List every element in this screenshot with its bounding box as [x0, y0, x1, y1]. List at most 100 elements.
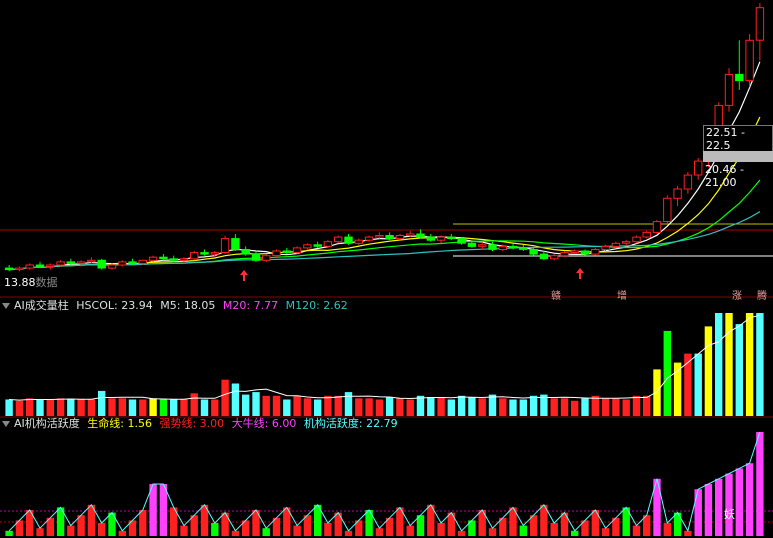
volume-title: AI成交量柱 [14, 299, 69, 312]
candle-down [251, 253, 261, 261]
activity-bar [673, 512, 682, 536]
activity-bar [488, 528, 497, 536]
candle-up [364, 236, 374, 241]
candle-down [313, 244, 322, 247]
activity-bar [745, 463, 754, 536]
activity-bar [457, 530, 466, 536]
candle-up [107, 264, 117, 269]
volume-bar [478, 398, 486, 416]
volume-bar [694, 353, 702, 416]
candle-up [272, 250, 281, 257]
candle-up [683, 174, 693, 190]
volume-bar [159, 399, 168, 416]
volume-bar [519, 399, 527, 416]
volume-bar [180, 399, 188, 416]
candle-down [416, 233, 425, 238]
candle-up [642, 231, 651, 238]
candle-up [622, 241, 631, 244]
volume-bar [406, 399, 414, 416]
volume-bar [334, 395, 342, 416]
candle-down [519, 247, 528, 250]
ma5-line [9, 61, 761, 271]
volume-ma-line [9, 314, 761, 401]
volume-bar [385, 397, 394, 416]
volume-bar [242, 394, 250, 416]
candle-up [262, 255, 271, 261]
volume-bar [529, 395, 538, 416]
volume-bar [149, 398, 157, 416]
volume-bar [509, 399, 517, 416]
candle-down [159, 256, 168, 260]
volume-bar [272, 395, 281, 416]
candle-down [97, 259, 106, 269]
activity-bar [67, 525, 75, 536]
candle-up [652, 221, 662, 233]
ma40-line [9, 211, 761, 271]
price-box-upper: 22.51 - 22.5 [703, 125, 773, 153]
candle-up [87, 259, 96, 263]
volume-bar [550, 398, 558, 416]
candle-down [169, 258, 178, 261]
volume-bar [98, 390, 106, 416]
volume-hscol: HSCOL: 23.94 [76, 299, 153, 312]
collapse-triangle-icon[interactable] [2, 303, 10, 309]
volume-panel-header: AI成交量柱 HSCOL: 23.94 M5: 18.05 M20: 7.77 … [0, 299, 352, 313]
candle-down [200, 252, 209, 255]
candle-down [539, 253, 549, 260]
collapse-triangle-icon[interactable] [2, 421, 10, 427]
candle-up [56, 261, 65, 266]
candle-down [426, 236, 436, 241]
candle-up [25, 264, 34, 269]
candle-up [292, 247, 302, 253]
volume-bar [231, 383, 240, 416]
volume-bar [77, 399, 85, 416]
activity-bar [704, 484, 713, 536]
activity-bar [118, 530, 126, 536]
candle-down [66, 261, 75, 264]
volume-bar [437, 397, 445, 416]
candle-up [724, 73, 734, 106]
candle-up [210, 252, 220, 255]
volume-bar [581, 398, 589, 416]
activity-bar [334, 512, 342, 536]
candle-up [15, 267, 24, 271]
candle-up [395, 235, 405, 240]
volume-bar [416, 395, 425, 416]
activity-panel-header: AI机构活跃度 生命线: 1.56 强势线: 3.00 大牛线: 6.00 机构… [0, 417, 402, 431]
volume-bar [190, 393, 198, 416]
candle-down [128, 261, 137, 264]
candle-up [334, 236, 343, 243]
volume-bar [735, 324, 743, 416]
candle-down [488, 244, 497, 250]
activity-bull: 大牛线: 6.00 [231, 417, 297, 430]
activity-bar [293, 525, 301, 536]
volume-m5: M5: 18.05 [160, 299, 216, 312]
volume-bar [756, 313, 764, 416]
volume-bar [365, 398, 373, 416]
volume-bar [324, 395, 332, 416]
volume-bar [715, 313, 723, 416]
price-highlight-bar [703, 151, 773, 162]
candle-up [498, 245, 508, 250]
activity-bar [756, 432, 764, 536]
low-price-value: 13.88 [4, 276, 36, 289]
candle-up [601, 245, 610, 250]
activity-bar [36, 528, 44, 536]
low-price-suffix: 数据 [35, 276, 58, 289]
candle-up [76, 261, 86, 264]
activity-bar [344, 530, 353, 536]
volume-bar [612, 398, 620, 416]
activity-bar [211, 523, 219, 536]
volume-bar [704, 326, 713, 416]
candle-up [745, 39, 754, 82]
volume-bar [375, 399, 384, 416]
candle-up [190, 252, 199, 260]
price-box-lower-text: 20.46 - 21.00 [705, 163, 744, 189]
activity-bar [5, 530, 13, 536]
candle-up [303, 244, 312, 249]
candle-up [755, 7, 765, 41]
volume-bar [571, 400, 579, 416]
candle-down [580, 250, 590, 255]
stock-chart [0, 3, 773, 536]
candle-up [694, 160, 703, 176]
